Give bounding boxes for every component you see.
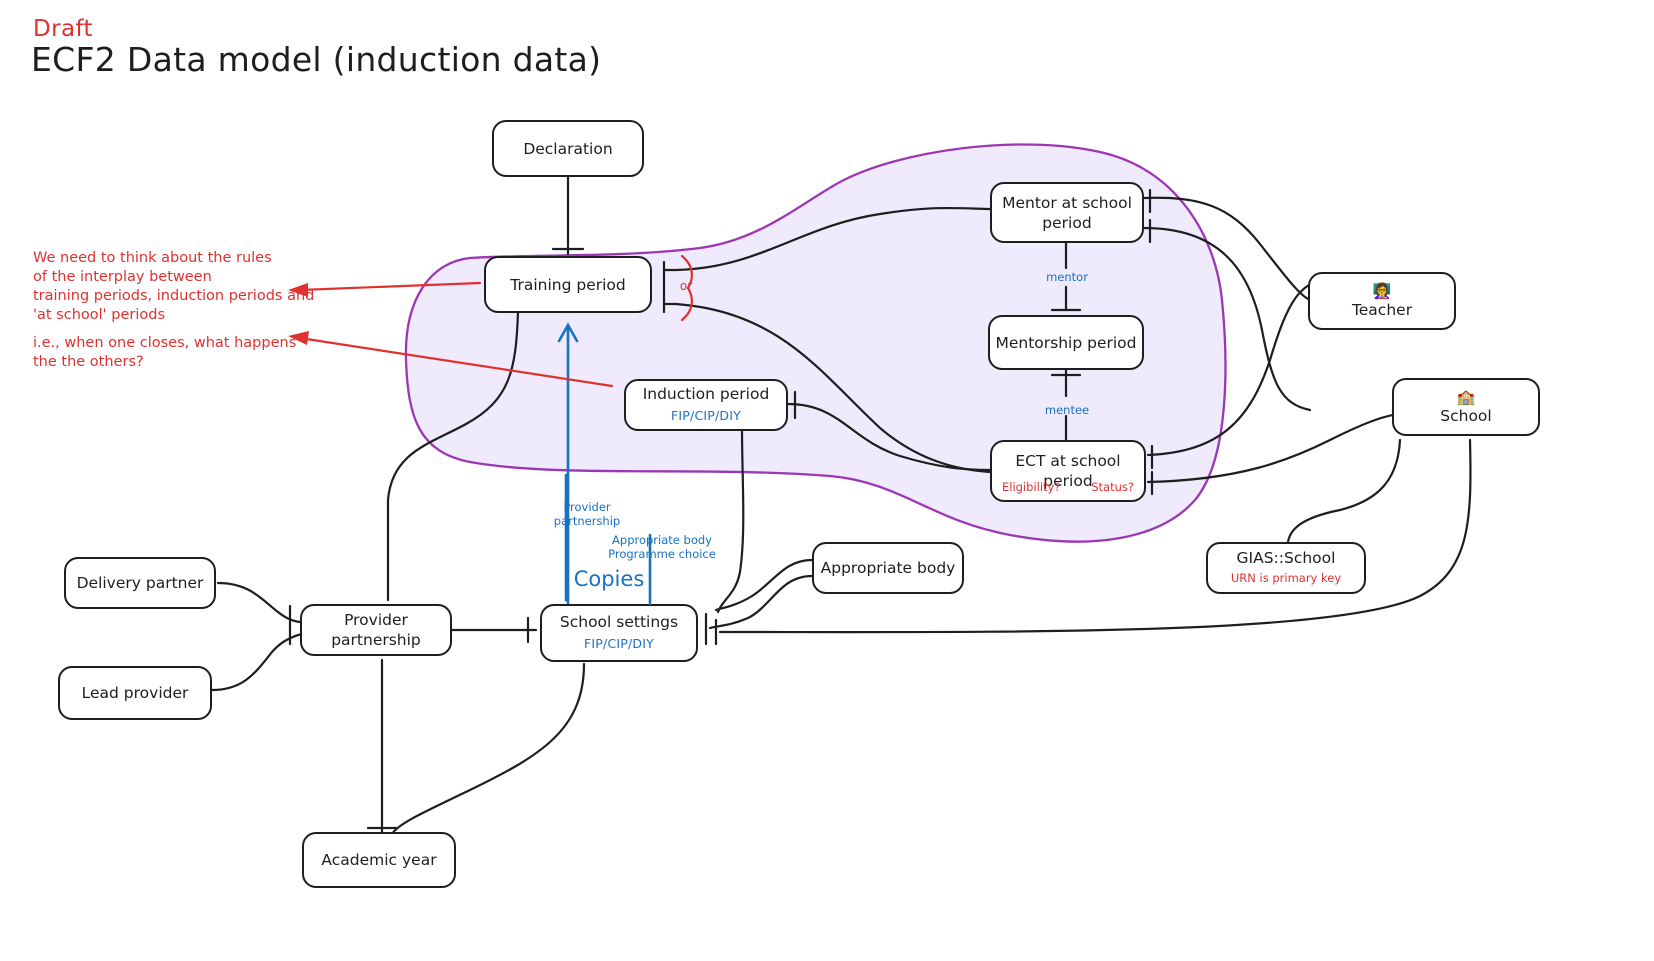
node-label: Teacher: [1351, 300, 1413, 319]
eligibility-flag: Eligibility?: [1002, 480, 1061, 494]
node-appropriate-body[interactable]: Appropriate body: [812, 542, 964, 594]
node-label: Provider partnership: [331, 611, 421, 649]
node-label: Induction period: [642, 385, 770, 403]
status-flag: Status?: [1091, 480, 1134, 494]
draft-badge: Draft: [33, 16, 93, 42]
node-training-period[interactable]: Training period: [484, 256, 652, 313]
node-label: School: [1440, 406, 1492, 425]
node-label: Mentor at school period: [1002, 193, 1132, 232]
annotation-arrows: [288, 281, 614, 388]
edge-label-provider-partnership: Provider partnership: [553, 500, 621, 528]
node-sublabel: FIP/CIP/DIY: [584, 636, 654, 651]
teacher-emoji-icon: 👩‍🏫: [1372, 281, 1392, 300]
annotation-closure-note: i.e., when one closes, what happens the …: [33, 335, 297, 370]
node-label: Delivery partner: [76, 574, 204, 592]
node-label: Academic year: [321, 851, 437, 869]
connector-layer: [210, 143, 1472, 836]
school-emoji-icon: 🏫: [1456, 387, 1476, 406]
node-school-settings[interactable]: School settings FIP/CIP/DIY: [540, 604, 698, 662]
node-declaration[interactable]: Declaration: [492, 120, 644, 177]
connectors: [210, 175, 1472, 836]
copies-arrow-icon: [557, 322, 652, 605]
annotation-interplay-note: We need to think about the rules of the …: [33, 250, 315, 323]
edge-label-appropriate-body-programme-choice: Appropriate body Programme choice: [608, 533, 716, 561]
node-ect-at-school-period[interactable]: ECT at school period Eligibility? Status…: [990, 440, 1146, 502]
node-school[interactable]: 🏫 School: [1392, 378, 1540, 436]
node-gias-school[interactable]: GIAS::School URN is primary key: [1206, 542, 1366, 594]
diagram-canvas: Draft ECF2 Data model (induction data) W…: [0, 0, 1654, 961]
node-induction-period[interactable]: Induction period FIP/CIP/DIY: [624, 379, 788, 431]
node-red-annotations: Eligibility? Status?: [992, 477, 1144, 497]
edge-label-mentor: mentor: [1046, 270, 1088, 284]
node-academic-year[interactable]: Academic year: [302, 832, 456, 888]
node-label: Lead provider: [81, 684, 189, 702]
node-mentorship-period[interactable]: Mentorship period: [988, 315, 1144, 370]
node-provider-partnership[interactable]: Provider partnership: [300, 604, 452, 656]
node-label: Training period: [510, 275, 626, 294]
node-label: Mentorship period: [995, 333, 1137, 352]
edge-label-or: or: [679, 279, 693, 293]
node-label: School settings: [559, 613, 679, 631]
edge-label-mentee: mentee: [1044, 403, 1090, 417]
node-teacher[interactable]: 👩‍🏫 Teacher: [1308, 272, 1456, 330]
node-label: Declaration: [523, 139, 613, 158]
node-lead-provider[interactable]: Lead provider: [58, 666, 212, 720]
node-sublabel-red: URN is primary key: [1230, 571, 1342, 585]
node-mentor-at-school-period[interactable]: Mentor at school period: [990, 182, 1144, 243]
edge-label-copies: Copies: [573, 567, 645, 591]
node-sublabel: FIP/CIP/DIY: [671, 408, 741, 423]
node-label: GIAS::School: [1236, 549, 1336, 567]
node-label: Appropriate body: [820, 559, 956, 577]
page-title: ECF2 Data model (induction data): [31, 40, 602, 79]
node-delivery-partner[interactable]: Delivery partner: [64, 557, 216, 609]
